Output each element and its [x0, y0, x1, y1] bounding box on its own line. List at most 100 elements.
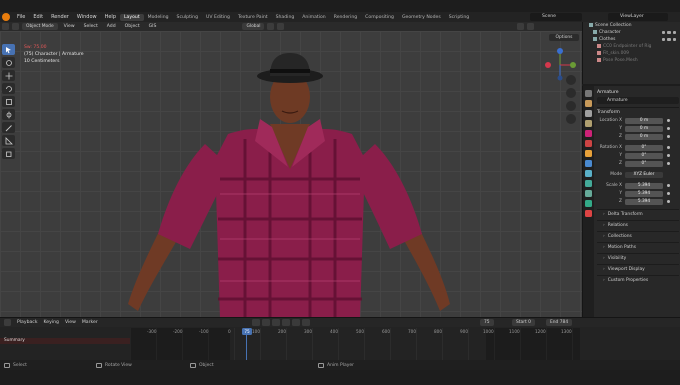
menu-object[interactable]: Object [122, 24, 143, 29]
menu-file[interactable]: File [13, 14, 29, 20]
custom-properties-section[interactable]: Custom Properties [597, 275, 679, 286]
physics-tab-icon[interactable] [585, 180, 592, 187]
keyframe-dot-icon[interactable] [667, 184, 670, 187]
keyframe-dot-icon[interactable] [667, 162, 670, 165]
shading-button[interactable] [527, 23, 535, 30]
blender-logo-icon[interactable] [2, 13, 10, 21]
location-z-field[interactable]: 0 m [625, 133, 663, 140]
timeline-editor-type-icon[interactable] [4, 319, 11, 326]
menu-render[interactable]: Render [47, 14, 73, 20]
tool-tab-icon[interactable] [585, 90, 592, 97]
keyframe-dot-icon[interactable] [667, 192, 670, 195]
tab-layout[interactable]: Layout [120, 13, 144, 21]
render-tab-icon[interactable] [585, 100, 592, 107]
menu-window[interactable]: Window [73, 14, 101, 20]
outliner-item-pose[interactable]: Pose Pose.Mesh [583, 57, 680, 64]
menu-gis[interactable]: GIS [146, 24, 160, 29]
jump-start-icon[interactable] [252, 319, 260, 326]
outliner-item-character[interactable]: Character [583, 29, 680, 36]
measure-tool-icon[interactable] [2, 135, 15, 146]
bone-tab-icon[interactable] [585, 210, 592, 217]
location-y-field[interactable]: 0 m [625, 125, 663, 132]
menu-view[interactable]: View [61, 24, 78, 29]
scene-selector[interactable]: Scene [530, 13, 582, 21]
summary-channel[interactable]: Summary [0, 338, 130, 344]
move-tool-icon[interactable] [2, 70, 15, 81]
editor-type-button[interactable] [2, 23, 9, 30]
menu-marker[interactable]: Marker [82, 320, 98, 325]
tab-shading[interactable]: Shading [272, 14, 299, 21]
keyframe-dot-icon[interactable] [667, 200, 670, 203]
menu-keying[interactable]: Keying [44, 320, 59, 325]
modifiers-tab-icon[interactable] [585, 160, 592, 167]
transform-section[interactable]: Transform [597, 107, 679, 117]
playhead-frame-tag[interactable]: 75 [242, 328, 252, 335]
location-x-field[interactable]: 0 m [625, 117, 663, 124]
tab-texture-paint[interactable]: Texture Paint [234, 14, 272, 21]
scale-z-field[interactable]: 5.394 [625, 198, 663, 205]
scale-y-field[interactable]: 5.394 [625, 190, 663, 197]
annotate-tool-icon[interactable] [2, 122, 15, 133]
menu-help[interactable]: Help [101, 14, 120, 20]
start-frame-field[interactable]: Start 0 [512, 319, 535, 326]
proportional-edit-button[interactable] [277, 23, 285, 30]
data-tab-icon[interactable] [585, 200, 592, 207]
select-tool-icon[interactable] [2, 44, 15, 55]
transform-orientation-dropdown[interactable]: Global [242, 23, 265, 30]
tab-uv-editing[interactable]: UV Editing [202, 14, 234, 21]
outliner-item-rig[interactable]: CC0 Endpointer of Rig [583, 43, 680, 50]
menu-view[interactable]: View [65, 320, 76, 325]
menu-edit[interactable]: Edit [29, 14, 47, 20]
keyframe-dot-icon[interactable] [667, 146, 670, 149]
rotation-mode-dropdown[interactable]: XYZ Euler [625, 171, 663, 178]
keyframe-dot-icon[interactable] [667, 127, 670, 130]
tab-sculpting[interactable]: Sculpting [173, 14, 202, 21]
3d-viewport[interactable]: Options Sw: 75.00 (75) Character | Armat… [0, 31, 582, 317]
particles-tab-icon[interactable] [585, 170, 592, 177]
constraints-tab-icon[interactable] [585, 190, 592, 197]
character-model[interactable] [110, 49, 470, 317]
checkbox-icon[interactable] [662, 38, 666, 41]
tab-animation[interactable]: Animation [298, 14, 329, 21]
rotation-z-field[interactable]: 0° [625, 160, 663, 167]
relations-section[interactable]: Relations [597, 220, 679, 231]
view-layer-selector[interactable]: ViewLayer [608, 13, 668, 21]
mode-dropdown[interactable]: Object Mode [22, 23, 58, 30]
jump-end-icon[interactable] [302, 319, 310, 326]
snap-button[interactable] [267, 23, 275, 30]
visibility-section[interactable]: Visibility [597, 253, 679, 264]
select-mode-button[interactable] [12, 23, 19, 30]
object-name-field[interactable]: Armature [597, 97, 679, 104]
outliner-item-scene-collection[interactable]: Scene Collection [583, 22, 680, 29]
world-tab-icon[interactable] [585, 140, 592, 147]
scale-tool-icon[interactable] [2, 96, 15, 107]
viewport-display-section[interactable]: Viewport Display [597, 264, 679, 275]
zoom-icon[interactable] [566, 75, 576, 85]
rotation-y-field[interactable]: 0° [625, 152, 663, 159]
play-icon[interactable] [282, 319, 290, 326]
object-tab-icon[interactable] [585, 150, 592, 157]
scene-tab-icon[interactable] [585, 130, 592, 137]
eye-icon[interactable] [667, 31, 671, 34]
view-layer-tab-icon[interactable] [585, 120, 592, 127]
tab-compositing[interactable]: Compositing [361, 14, 398, 21]
camera-view-icon[interactable] [566, 101, 576, 111]
camera-icon[interactable] [672, 38, 676, 41]
keyframe-dot-icon[interactable] [667, 119, 670, 122]
pan-hand-icon[interactable] [566, 88, 576, 98]
cursor-tool-icon[interactable] [2, 57, 15, 68]
scale-x-field[interactable]: 5.394 [625, 182, 663, 189]
overlay-button[interactable] [517, 23, 525, 30]
add-cube-tool-icon[interactable] [2, 148, 15, 159]
outliner-item-clothes[interactable]: Clothes [583, 36, 680, 43]
keyframe-dot-icon[interactable] [667, 154, 670, 157]
menu-select[interactable]: Select [81, 24, 101, 29]
current-frame-field[interactable]: 75 [480, 319, 494, 326]
next-keyframe-icon[interactable] [292, 319, 300, 326]
collections-section[interactable]: Collections [597, 231, 679, 242]
prev-keyframe-icon[interactable] [262, 319, 270, 326]
end-frame-field[interactable]: End 784 [546, 319, 573, 326]
menu-add[interactable]: Add [104, 24, 119, 29]
rotate-tool-icon[interactable] [2, 83, 15, 94]
tab-modeling[interactable]: Modeling [144, 14, 173, 21]
